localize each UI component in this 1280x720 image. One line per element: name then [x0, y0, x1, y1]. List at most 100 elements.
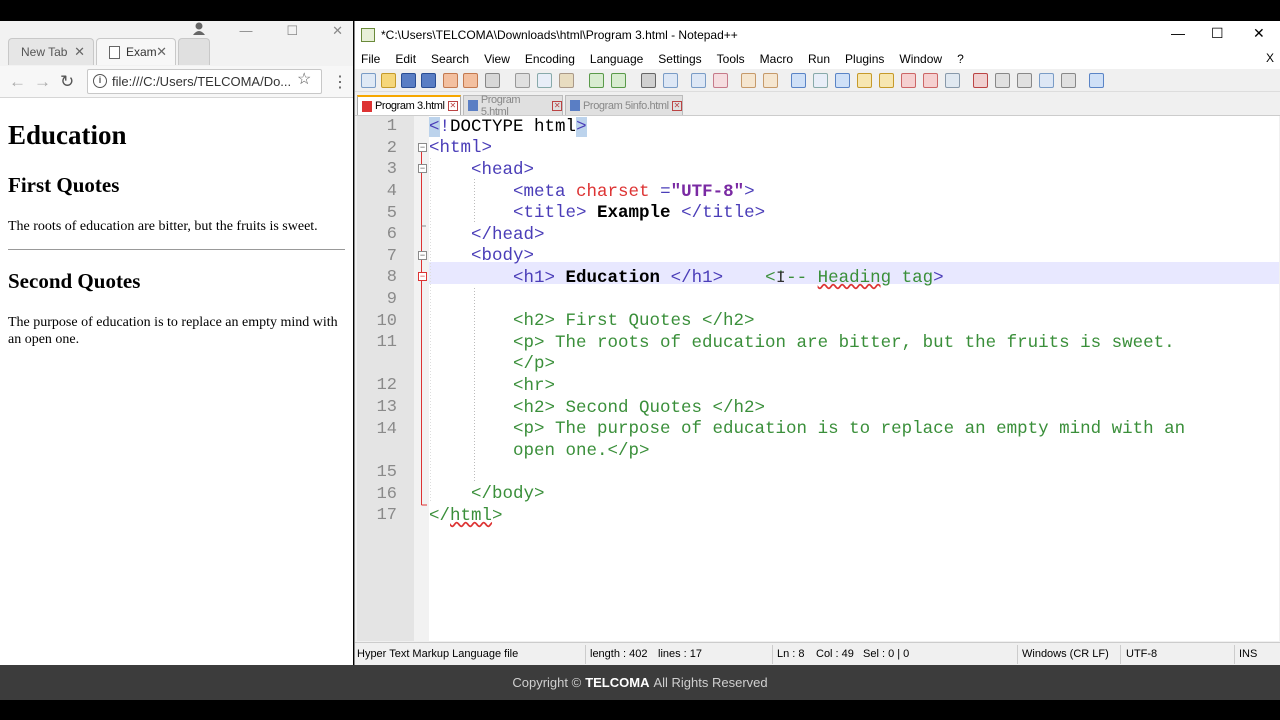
close-tab-icon[interactable]: ✕ — [552, 100, 562, 111]
second-quotes-heading: Second Quotes — [8, 269, 141, 293]
close-tab-icon[interactable]: ✕ — [74, 44, 85, 60]
play-macro-icon[interactable] — [1017, 73, 1032, 88]
open-file-icon[interactable] — [381, 73, 396, 88]
fold-margin — [414, 116, 429, 641]
save-all-icon[interactable] — [421, 73, 436, 88]
status-separator — [1120, 645, 1121, 664]
forward-icon[interactable]: → — [34, 72, 51, 92]
line-number: 13 — [376, 398, 397, 417]
view-icon[interactable] — [945, 73, 960, 88]
notepad-app-icon — [361, 27, 375, 42]
zoom-out-icon[interactable] — [713, 73, 728, 88]
notepad-window: *C:\Users\TELCOMA\Downloads\html\Program… — [354, 21, 1280, 665]
menu-run[interactable]: Run — [808, 52, 830, 66]
show-all-chars-icon[interactable] — [813, 73, 828, 88]
user-profile-icon[interactable] — [192, 21, 206, 35]
function-list-icon[interactable] — [879, 73, 894, 88]
browser-tab-example[interactable]: Exam ✕ — [96, 38, 176, 65]
page-icon — [109, 45, 120, 59]
monitoring-icon[interactable] — [923, 73, 938, 88]
unsaved-file-icon — [362, 100, 372, 112]
menu-edit[interactable]: Edit — [395, 52, 416, 66]
menu-help[interactable]: ? — [957, 52, 964, 66]
replace-icon[interactable] — [663, 73, 678, 88]
menu-settings[interactable]: Settings — [658, 52, 701, 66]
save-icon[interactable] — [401, 73, 416, 88]
close-icon[interactable]: ✕ — [332, 23, 343, 39]
fold-toggle-icon[interactable]: − — [418, 251, 427, 260]
menu-window[interactable]: Window — [899, 52, 942, 66]
save-macro-icon[interactable] — [1061, 73, 1076, 88]
fold-toggle-icon[interactable]: − — [418, 164, 427, 173]
line-number: 15 — [376, 463, 397, 482]
saved-file-icon — [468, 100, 478, 111]
address-bar[interactable]: i file:///C:/Users/TELCOMA/Do... — [87, 69, 322, 94]
doc-map-icon[interactable] — [857, 73, 872, 88]
sync-vertical-icon[interactable] — [741, 73, 756, 88]
status-file-type: Hyper Text Markup Language file — [357, 648, 519, 660]
status-line: Ln : 8 — [777, 648, 805, 660]
maximize-icon[interactable]: ☐ — [1211, 25, 1224, 42]
window-title: *C:\Users\TELCOMA\Downloads\html\Program… — [381, 27, 738, 42]
menu-view[interactable]: View — [484, 52, 510, 66]
file-tab-program-5info[interactable]: Program 5info.html ✕ — [565, 95, 683, 115]
fold-toggle-icon[interactable]: − — [418, 143, 427, 152]
page-heading: Education — [8, 120, 127, 150]
bookmark-star-icon[interactable]: ☆ — [297, 69, 311, 89]
status-eol: Windows (CR LF) — [1022, 648, 1109, 660]
menu-macro[interactable]: Macro — [760, 52, 793, 66]
line-number: 16 — [376, 485, 397, 504]
undo-icon[interactable] — [589, 73, 604, 88]
new-file-icon[interactable] — [361, 73, 376, 88]
close-all-icon[interactable] — [463, 73, 478, 88]
line-number: 9 — [386, 290, 397, 309]
sync-horizontal-icon[interactable] — [763, 73, 778, 88]
copy-icon[interactable] — [537, 73, 552, 88]
word-wrap-icon[interactable] — [791, 73, 806, 88]
menu-file[interactable]: File — [361, 52, 380, 66]
close-icon[interactable]: ✕ — [1253, 25, 1265, 42]
minimize-icon[interactable]: — — [1171, 25, 1185, 41]
stop-macro-icon[interactable] — [995, 73, 1010, 88]
code-text[interactable]: <!DOCTYPE html> <html> <head> <meta char… — [429, 116, 1279, 641]
folder-workspace-icon[interactable] — [901, 73, 916, 88]
cut-icon[interactable] — [515, 73, 530, 88]
maximize-icon[interactable]: ☐ — [286, 23, 298, 39]
print-icon[interactable] — [485, 73, 500, 88]
close-file-icon[interactable] — [443, 73, 458, 88]
screen: New Tab ✕ Exam ✕ — ☐ ✕ ← → ↻ i file:///C… — [0, 0, 1280, 720]
info-icon[interactable]: i — [93, 74, 107, 88]
close-document-icon[interactable]: X — [1266, 51, 1274, 65]
redo-icon[interactable] — [611, 73, 626, 88]
indent-guide-icon[interactable] — [835, 73, 850, 88]
new-tab-button[interactable] — [178, 38, 210, 65]
fold-tree — [421, 151, 427, 506]
menu-encoding[interactable]: Encoding — [525, 52, 575, 66]
zoom-in-icon[interactable] — [691, 73, 706, 88]
minimize-icon[interactable]: — — [239, 23, 252, 39]
fold-toggle-icon[interactable]: − — [418, 272, 427, 281]
menu-search[interactable]: Search — [431, 52, 469, 66]
reload-icon[interactable]: ↻ — [60, 72, 74, 92]
back-icon[interactable]: ← — [9, 72, 26, 92]
status-col: Col : 49 — [816, 648, 854, 660]
spell-check-icon[interactable] — [1089, 73, 1104, 88]
copyright-footer: Copyright © TELCOMA All Rights Reserved — [0, 665, 1280, 700]
close-tab-icon[interactable]: ✕ — [156, 44, 167, 60]
find-icon[interactable] — [641, 73, 656, 88]
code-editor[interactable]: 1 2 3 4 5 6 7 8 9 10 11 12 13 14 15 16 1… — [357, 116, 1279, 641]
file-tab-program-5[interactable]: Program 5.html ✕ — [463, 94, 563, 118]
browser-tab-new-tab[interactable]: New Tab ✕ — [8, 38, 94, 65]
browser-toolbar: ← → ↻ i file:///C:/Users/TELCOMA/Do... ☆… — [0, 66, 353, 98]
menu-language[interactable]: Language — [590, 52, 643, 66]
notepad-menubar: File Edit Search View Encoding Language … — [355, 48, 1280, 69]
menu-plugins[interactable]: Plugins — [845, 52, 884, 66]
file-tab-program-3[interactable]: Program 3.html ✕ — [357, 95, 461, 115]
menu-tools[interactable]: Tools — [717, 52, 745, 66]
run-macro-multiple-icon[interactable] — [1039, 73, 1054, 88]
browser-menu-icon[interactable]: ⋮ — [332, 72, 348, 92]
paste-icon[interactable] — [559, 73, 574, 88]
close-tab-icon[interactable]: ✕ — [447, 101, 458, 111]
close-tab-icon[interactable]: ✕ — [671, 100, 682, 111]
record-macro-icon[interactable] — [973, 73, 988, 88]
